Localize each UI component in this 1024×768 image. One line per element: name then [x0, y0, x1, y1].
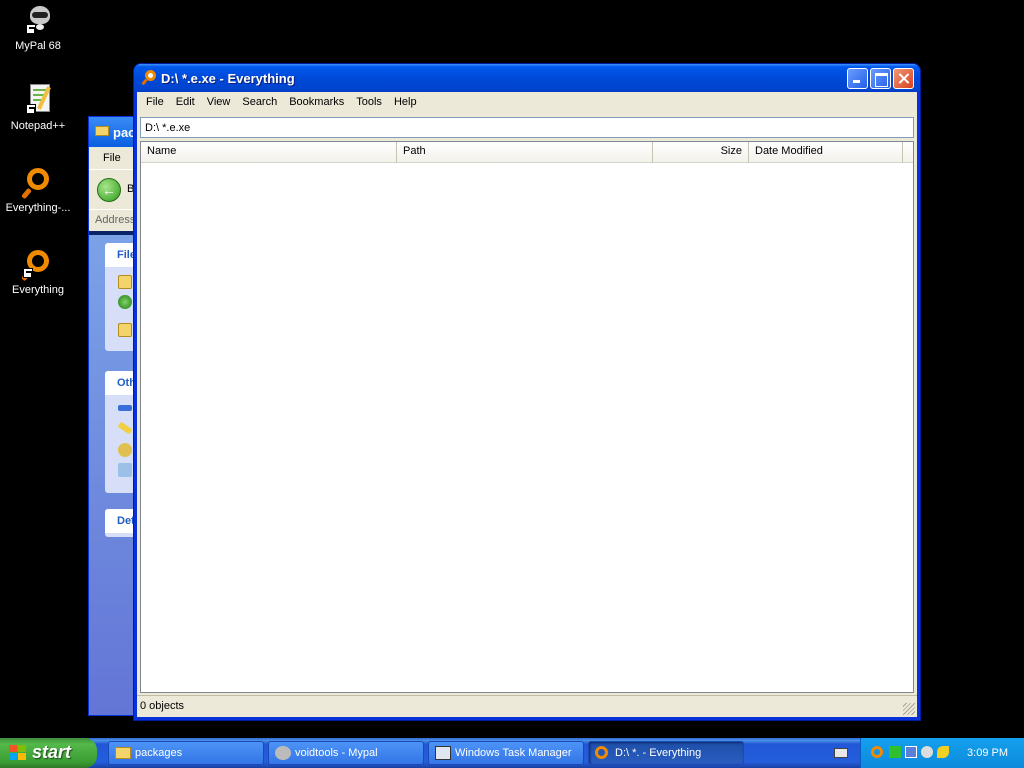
notepad-plus-icon: [22, 84, 54, 116]
mypal-icon: [275, 746, 291, 760]
status-bar: 0 objects: [137, 695, 917, 717]
network-icon[interactable]: [905, 746, 917, 758]
taskbar-item-packages[interactable]: packages: [108, 741, 264, 765]
everything-magnifier-icon: [141, 70, 156, 86]
search-input[interactable]: [140, 117, 914, 138]
folder-icon: [115, 747, 131, 759]
folder-icon: [95, 126, 109, 136]
menu-search[interactable]: Search: [236, 95, 283, 114]
taskbar-item-task-manager[interactable]: Windows Task Manager: [428, 741, 584, 765]
my-documents-icon[interactable]: [118, 443, 132, 457]
everything-window[interactable]: D:\ *.e.xe - Everything File Edit View S…: [134, 64, 920, 720]
raccoon-icon: [22, 4, 54, 36]
volume-icon[interactable]: [921, 746, 933, 758]
column-header-name[interactable]: Name: [141, 142, 397, 163]
menu-file[interactable]: File: [140, 95, 170, 114]
desktop-icon-everything-portable[interactable]: Everything-...: [0, 166, 76, 214]
green-status-icon[interactable]: [889, 746, 901, 758]
keyboard-icon[interactable]: [834, 748, 848, 758]
everything-magnifier-icon: [21, 248, 55, 282]
menu-edit[interactable]: Edit: [170, 95, 201, 114]
column-header-path[interactable]: Path: [397, 142, 653, 163]
back-arrow-icon[interactable]: ←: [97, 178, 121, 202]
my-computer-icon[interactable]: [118, 463, 132, 477]
clock[interactable]: 3:09 PM: [967, 747, 1008, 759]
menubar: File Edit View Search Bookmarks Tools He…: [137, 92, 917, 114]
everything-magnifier-icon: [21, 166, 55, 200]
windows-flag-icon: [9, 745, 27, 761]
results-list[interactable]: Name Path Size Date Modified: [140, 141, 914, 693]
window-title: D:\ *.e.xe - Everything: [161, 71, 295, 86]
publish-web-icon[interactable]: [118, 295, 132, 309]
desktop-icon-everything[interactable]: Everything: [0, 248, 76, 296]
update-icon[interactable]: [937, 746, 949, 758]
close-button[interactable]: [893, 68, 914, 89]
results-header: Name Path Size Date Modified: [141, 142, 913, 163]
everything-tray-icon[interactable]: [871, 746, 883, 758]
menu-bookmarks[interactable]: Bookmarks: [283, 95, 350, 114]
start-button[interactable]: start: [0, 738, 97, 768]
everything-magnifier-icon: [595, 746, 608, 759]
new-folder-icon[interactable]: [118, 275, 132, 289]
maximize-button[interactable]: [870, 68, 891, 89]
explorer-menu-file[interactable]: File: [97, 151, 127, 169]
pencil-icon[interactable]: [117, 421, 133, 435]
taskbar-item-everything[interactable]: D:\ *. - Everything: [588, 741, 744, 765]
task-manager-icon: [435, 746, 451, 760]
status-object-count: 0 objects: [140, 700, 185, 712]
desktop-icon-mypal[interactable]: MyPal 68: [0, 4, 76, 52]
system-tray: 3:09 PM: [860, 738, 1024, 768]
resize-grip-icon[interactable]: [903, 703, 915, 715]
column-header-size[interactable]: Size: [653, 142, 749, 163]
desktop-icon-notepad-plus[interactable]: Notepad++: [0, 84, 76, 132]
network-icon[interactable]: [118, 405, 132, 411]
menu-help[interactable]: Help: [388, 95, 423, 114]
menu-view[interactable]: View: [201, 95, 237, 114]
share-folder-icon[interactable]: [118, 323, 132, 337]
menu-tools[interactable]: Tools: [350, 95, 388, 114]
taskbar-item-mypal[interactable]: voidtools - Mypal: [268, 741, 424, 765]
minimize-button[interactable]: [847, 68, 868, 89]
everything-titlebar[interactable]: D:\ *.e.xe - Everything: [134, 64, 920, 92]
taskbar: start packages voidtools - Mypal Windows…: [0, 738, 1024, 768]
search-bar: [137, 114, 917, 142]
column-header-date-modified[interactable]: Date Modified: [749, 142, 903, 163]
